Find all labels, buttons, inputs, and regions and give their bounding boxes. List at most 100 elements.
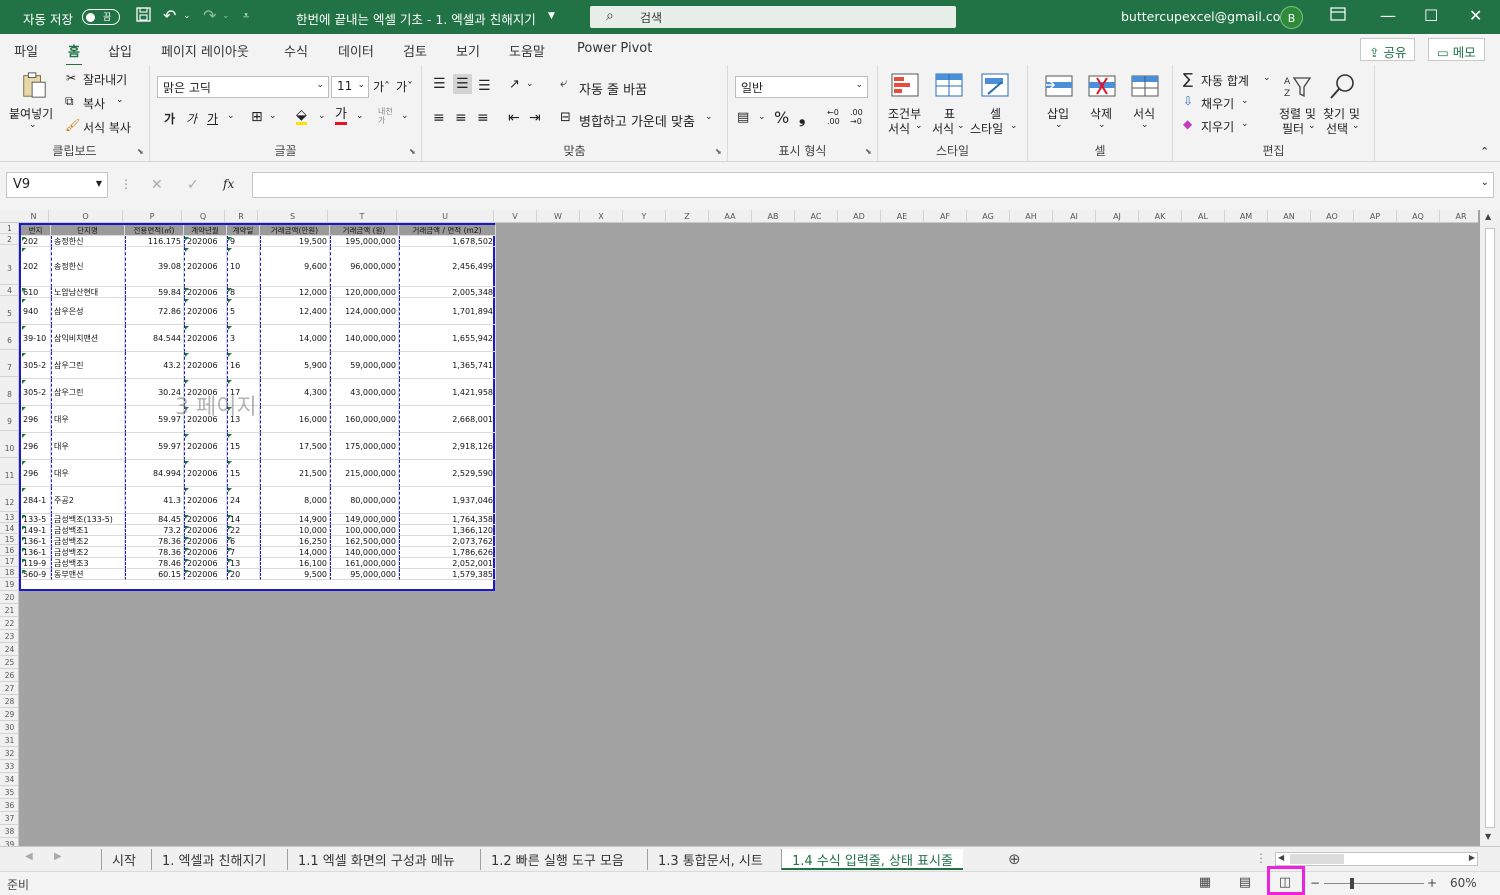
row-header[interactable]: 17 bbox=[0, 556, 19, 567]
share-button[interactable]: ⇪ 공유 bbox=[1360, 38, 1416, 61]
sheet-tab-1[interactable]: 1. 엑셀과 친해지기 bbox=[151, 849, 276, 870]
table-cell[interactable]: 금성백조2 bbox=[51, 547, 125, 558]
table-cell[interactable]: 12,000 bbox=[260, 287, 330, 298]
expand-formula-icon[interactable]: ⌄ bbox=[1481, 177, 1489, 188]
row-header[interactable]: 37 bbox=[0, 812, 19, 825]
row-header[interactable]: 12 bbox=[0, 485, 19, 512]
column-header[interactable]: N bbox=[19, 210, 49, 223]
table-cell[interactable]: 202006 bbox=[184, 325, 227, 352]
format-painter-button[interactable]: 서식 복사 bbox=[83, 119, 131, 136]
table-cell[interactable]: 120,000,000 bbox=[330, 287, 399, 298]
copy-dropdown-icon[interactable]: ⌄ bbox=[116, 95, 124, 105]
table-cell[interactable]: 1,421,958 bbox=[399, 379, 496, 406]
find-select-button[interactable]: 찾기 및 선택 ⌄ bbox=[1321, 72, 1365, 136]
column-header[interactable]: AC bbox=[795, 210, 838, 223]
table-cell[interactable]: 202006 bbox=[184, 558, 227, 569]
table-cell[interactable]: 140,000,000 bbox=[330, 547, 399, 558]
column-header[interactable]: S bbox=[258, 210, 328, 223]
sheet-tab-1-2[interactable]: 1.2 빠른 실행 도구 모음 bbox=[480, 849, 634, 870]
number-format-select[interactable]: 일반 ⌄ bbox=[735, 76, 868, 98]
table-cell[interactable]: 8,000 bbox=[260, 487, 330, 514]
clear-dropdown-icon[interactable]: ⌄ bbox=[1241, 119, 1249, 129]
table-cell[interactable]: 2,529,590 bbox=[399, 460, 496, 487]
row-header[interactable]: 1 bbox=[0, 223, 19, 234]
sort-filter-button[interactable]: AZ 정렬 및 필터 ⌄ bbox=[1277, 72, 1317, 136]
table-cell[interactable]: 195,000,000 bbox=[330, 236, 399, 247]
bold-icon[interactable]: 가 bbox=[164, 110, 175, 127]
table-cell[interactable]: 1,366,120 bbox=[399, 525, 496, 536]
horizontal-scrollbar[interactable]: ◀ ▶ bbox=[1275, 852, 1478, 866]
tab-formulas[interactable]: 수식 bbox=[284, 41, 308, 60]
row-header[interactable]: 13 bbox=[0, 512, 19, 523]
zoom-slider-thumb[interactable] bbox=[1350, 878, 1354, 889]
tab-data[interactable]: 데이터 bbox=[338, 41, 374, 60]
search-box[interactable]: ⌕ 검색 bbox=[590, 6, 956, 28]
percent-icon[interactable]: % bbox=[774, 108, 789, 127]
table-cell[interactable]: 84.45 bbox=[125, 514, 184, 525]
table-cell[interactable]: 80,000,000 bbox=[330, 487, 399, 514]
redo-dropdown-icon[interactable]: ⌄ bbox=[222, 6, 230, 26]
format-cells-button[interactable]: 서식 ⌄ bbox=[1126, 72, 1164, 136]
row-header[interactable]: 29 bbox=[0, 708, 19, 721]
row-header[interactable]: 32 bbox=[0, 747, 19, 760]
font-color-dropdown-icon[interactable]: ⌄ bbox=[356, 111, 364, 121]
column-header[interactable]: U bbox=[397, 210, 494, 223]
close-icon[interactable]: ✕ bbox=[1469, 6, 1482, 26]
border-dropdown-icon[interactable]: ⌄ bbox=[269, 111, 277, 121]
conditional-format-button[interactable]: 조건부 서식 ⌄ bbox=[884, 72, 926, 136]
table-cell[interactable]: 2,668,001 bbox=[399, 406, 496, 433]
table-cell[interactable]: 금성백조(133-5) bbox=[51, 514, 125, 525]
minimize-icon[interactable]: — bbox=[1380, 6, 1396, 26]
align-bottom-icon[interactable]: ☰ bbox=[478, 78, 491, 94]
row-header[interactable]: 27 bbox=[0, 682, 19, 695]
table-cell[interactable]: 202006 bbox=[184, 460, 227, 487]
autosave-toggle[interactable]: 끔 bbox=[82, 9, 120, 25]
cut-button[interactable]: 잘라내기 bbox=[83, 71, 127, 88]
table-header-cell[interactable]: 거래금액 / 면적 (m2) bbox=[399, 225, 496, 236]
table-cell[interactable]: 금성백조3 bbox=[51, 558, 125, 569]
table-cell[interactable]: 노암남산현대 bbox=[51, 287, 125, 298]
save-icon[interactable] bbox=[135, 6, 152, 28]
table-cell[interactable]: 95,000,000 bbox=[330, 569, 399, 580]
table-cell[interactable]: 2,005,348 bbox=[399, 287, 496, 298]
increase-font-icon[interactable]: 가ˆ bbox=[373, 78, 390, 95]
table-cell[interactable]: 60.15 bbox=[125, 569, 184, 580]
table-cell[interactable]: 162,500,000 bbox=[330, 536, 399, 547]
fill-button[interactable]: 채우기 bbox=[1201, 95, 1234, 112]
add-sheet-icon[interactable]: ⊕ bbox=[1008, 850, 1021, 868]
worksheet-grid[interactable]: N O P Q R S T U V W X Y Z AA AB AC AD AE AF AG AH AI AJ AK AL AM A… bbox=[0, 210, 1500, 851]
scroll-thumb[interactable] bbox=[1290, 854, 1344, 864]
table-cell[interactable]: 삼익비치맨션 bbox=[51, 325, 125, 352]
row-header[interactable]: 30 bbox=[0, 721, 19, 734]
row-header[interactable]: 10 bbox=[0, 431, 19, 458]
table-header-cell[interactable]: 거래금액 (원) bbox=[330, 225, 399, 236]
orientation-dropdown-icon[interactable]: ⌄ bbox=[526, 79, 534, 89]
cancel-icon[interactable]: ✕ bbox=[151, 177, 163, 193]
table-cell[interactable]: 160,000,000 bbox=[330, 406, 399, 433]
align-left-icon[interactable]: ≡ bbox=[433, 110, 445, 126]
row-header[interactable]: 14 bbox=[0, 523, 19, 534]
column-header[interactable]: AA bbox=[709, 210, 752, 223]
tab-home[interactable]: 홈 bbox=[66, 41, 82, 67]
column-header[interactable]: AE bbox=[881, 210, 924, 223]
table-header-cell[interactable]: 계약일 bbox=[227, 225, 260, 236]
scroll-up-icon[interactable]: ▲ bbox=[1485, 212, 1491, 221]
table-cell[interactable]: 43,000,000 bbox=[330, 379, 399, 406]
sheet-tab-1-3[interactable]: 1.3 통합문서, 시트 bbox=[647, 849, 773, 870]
align-middle-icon[interactable]: ☰ bbox=[453, 74, 472, 94]
table-cell[interactable]: 59.84 bbox=[125, 287, 184, 298]
column-header[interactable]: W bbox=[537, 210, 580, 223]
merge-dropdown-icon[interactable]: ⌄ bbox=[705, 112, 713, 122]
column-header[interactable]: AP bbox=[1354, 210, 1397, 223]
table-cell[interactable]: 202006 bbox=[184, 525, 227, 536]
paste-button[interactable]: 붙여넣기 ⌄ bbox=[9, 71, 53, 133]
table-cell[interactable]: 43.2 bbox=[125, 352, 184, 379]
table-cell[interactable]: 14,000 bbox=[260, 325, 330, 352]
table-cell[interactable]: 202006 bbox=[184, 352, 227, 379]
table-cell[interactable]: 삼우은성 bbox=[51, 298, 125, 325]
row-header[interactable]: 5 bbox=[0, 296, 19, 323]
tab-insert[interactable]: 삽입 bbox=[108, 41, 132, 60]
table-cell[interactable]: 10 bbox=[227, 247, 260, 287]
prev-sheet-icon[interactable]: ◀ bbox=[25, 851, 33, 862]
table-cell[interactable]: 202006 bbox=[184, 433, 227, 460]
